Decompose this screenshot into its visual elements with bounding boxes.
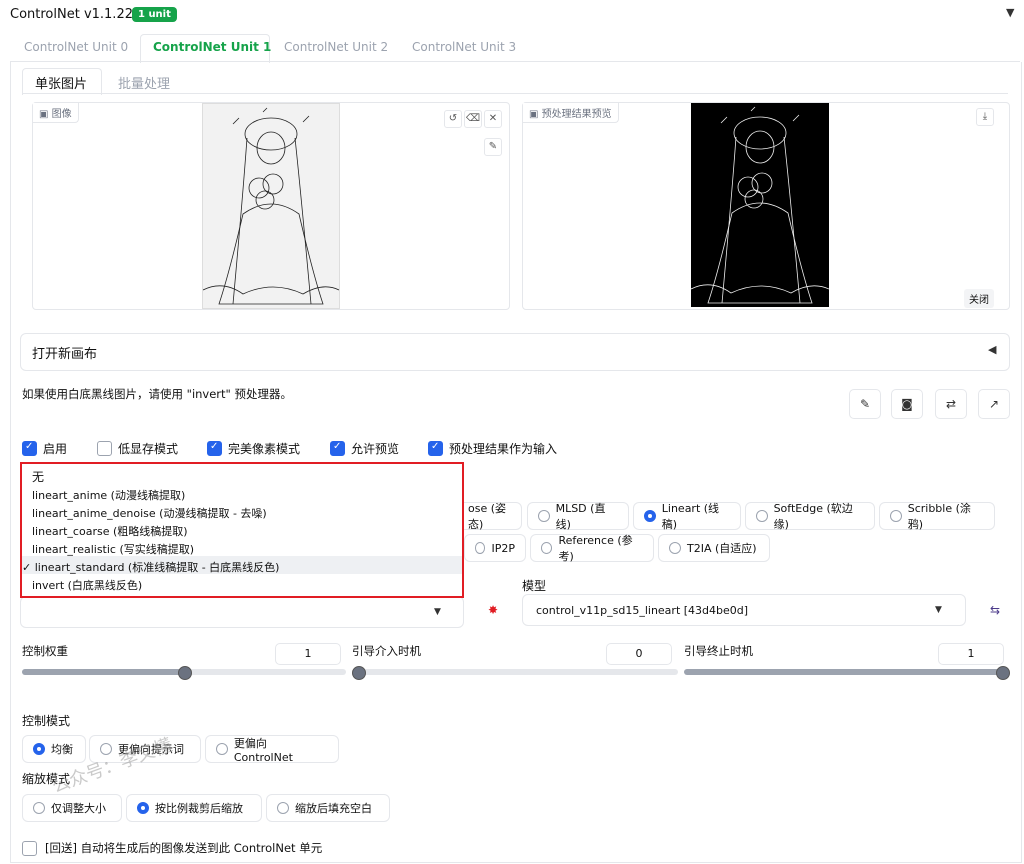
start-step-input[interactable]: 0 [606,643,672,665]
preprocess-as-input-checkbox[interactable]: 预处理结果作为输入 [428,440,557,457]
control-type-reference[interactable]: Reference (参考) [530,534,654,563]
start-step-label: 引导介入时机 [352,644,421,658]
subtab-batch[interactable]: 批量处理 [118,73,170,92]
preprocessed-preview-image [691,103,829,307]
radio-dot[interactable] [890,510,902,522]
preprocessor-option-selected[interactable]: ✓ lineart_standard (标准线稿提取 - 白底黑线反色) [22,559,279,575]
tab-unit-2[interactable]: ControlNet Unit 2 [284,38,388,56]
loopback-checkbox[interactable]: [回送] 自动将生成后的图像发送到此 ControlNet 单元 [22,840,322,856]
radio-dot[interactable] [669,542,681,554]
tab-unit-0[interactable]: ControlNet Unit 0 [24,38,128,56]
collapse-caret-icon[interactable]: ▼ [1006,6,1014,19]
camera-icon[interactable]: ◙ [891,389,923,419]
end-step-fill [684,669,1008,675]
control-mode-balanced[interactable]: 均衡 [22,735,86,763]
brush-icon[interactable]: ✎ [484,138,502,156]
radio-dot[interactable] [277,802,289,814]
radio-dot[interactable] [475,542,486,554]
preview-label: ▣ 预处理结果预览 [523,103,619,123]
resize-mode-fill[interactable]: 缩放后填充空白 [266,794,390,822]
invert-hint: 如果使用白底黑线图片，请使用 "invert" 预处理器。 [22,387,292,401]
control-type-t2ia[interactable]: T2IA (自适应) [658,534,770,562]
chevron-down-icon[interactable]: ▼ [434,607,441,617]
model-value: control_v11p_sd15_lineart [43d4be0d] [536,604,749,617]
radio-dot[interactable] [756,510,768,522]
image-input-label: ▣ 图像 [33,103,79,123]
resize-mode-crop[interactable]: 按比例裁剪后缩放 [126,794,262,822]
swap-icon[interactable]: ⇄ [935,389,967,419]
control-mode-controlnet[interactable]: 更偏向 ControlNet [205,735,339,764]
control-weight-handle[interactable] [178,666,192,680]
control-type-softedge[interactable]: SoftEdge (软边缘) [745,502,875,531]
control-type-scribble[interactable]: Scribble (涂鸦) [879,502,995,531]
checkbox-box[interactable] [330,441,345,456]
preprocessor-option[interactable]: 无 [32,468,44,485]
start-step-track[interactable] [352,669,678,675]
control-weight-label: 控制权重 [22,644,68,658]
checkbox-box[interactable] [22,840,37,856]
download-icon[interactable]: ⤓ [976,108,994,126]
enable-checkbox[interactable]: 启用 [22,440,67,457]
checkbox-box[interactable] [97,441,112,456]
subtab-divider [22,93,1008,94]
lowvram-checkbox[interactable]: 低显存模式 [97,440,178,457]
radio-dot[interactable] [644,510,656,522]
preprocessed-preview-drawing [691,103,829,307]
radio-dot[interactable] [541,542,553,554]
checkbox-box[interactable] [22,441,37,456]
control-weight-input[interactable]: 1 [275,643,341,665]
tab-unit-1[interactable]: ControlNet Unit 1 [153,38,271,56]
end-step-handle[interactable] [996,666,1010,680]
image-icon: ▣ [529,109,542,120]
resize-mode-just-resize[interactable]: 仅调整大小 [22,794,122,822]
app-title: ControlNet v1.1.224 [10,7,142,22]
end-step-input[interactable]: 1 [938,643,1004,665]
chevron-down-icon[interactable]: ▼ [935,605,942,615]
checkbox-box[interactable] [207,441,222,456]
radio-dot[interactable] [33,802,45,814]
control-mode-label: 控制模式 [22,714,71,728]
new-canvas-title: 打开新画布 [32,347,98,362]
radio-dot[interactable] [216,743,228,755]
new-canvas-accordion[interactable] [20,333,1010,371]
preprocessor-option[interactable]: lineart_realistic (写实线稿提取) [32,541,194,557]
eraser-icon[interactable]: ⌫ [464,110,482,128]
run-preprocessor-icon[interactable]: ✸ [478,596,508,624]
send-icon[interactable]: ↗ [978,389,1010,419]
close-preview-button[interactable]: 关闭 [964,289,994,308]
preprocessor-option[interactable]: lineart_anime_denoise (动漫线稿提取 - 去噪) [32,505,267,521]
pixel-perfect-checkbox[interactable]: 完美像素模式 [207,440,300,457]
preprocessor-select[interactable] [20,596,464,628]
preprocessor-option[interactable]: lineart_coarse (粗略线稿提取) [32,523,188,539]
model-label: 模型 [522,579,547,593]
preprocessor-option[interactable]: invert (白底黑线反色) [32,577,142,593]
control-type-ip2p[interactable]: IP2P [464,534,526,562]
refresh-models-icon[interactable]: ⇆ [980,596,1010,624]
image-icon: ▣ [39,109,52,120]
control-weight-fill [22,669,184,675]
undo-icon[interactable]: ↺ [444,110,462,128]
lineart-source-drawing [203,104,339,308]
end-step-track[interactable] [684,669,1008,675]
control-type-lineart[interactable]: Lineart (线稿) [633,502,741,531]
radio-dot[interactable] [33,743,45,755]
checkbox-box[interactable] [428,441,443,456]
tab-unit-3[interactable]: ControlNet Unit 3 [412,38,516,56]
preprocessor-option[interactable]: lineart_anime (动漫线稿提取) [32,487,185,503]
start-step-handle[interactable] [352,666,366,680]
control-type-mlsd[interactable]: MLSD (直线) [527,502,629,531]
edit-icon[interactable]: ✎ [849,389,881,419]
radio-dot[interactable] [137,802,149,814]
subtab-single-image[interactable]: 单张图片 [35,73,87,92]
accordion-caret-icon[interactable]: ◀ [988,343,996,356]
allow-preview-checkbox[interactable]: 允许预览 [330,440,399,457]
close-icon[interactable]: ✕ [484,110,502,128]
control-type-openpose[interactable]: ose (姿态) [458,502,522,531]
radio-dot[interactable] [538,510,550,522]
lineart-source-image [202,103,340,309]
end-step-label: 引导终止时机 [684,644,753,658]
unit-count-badge: 1 unit [132,7,177,22]
